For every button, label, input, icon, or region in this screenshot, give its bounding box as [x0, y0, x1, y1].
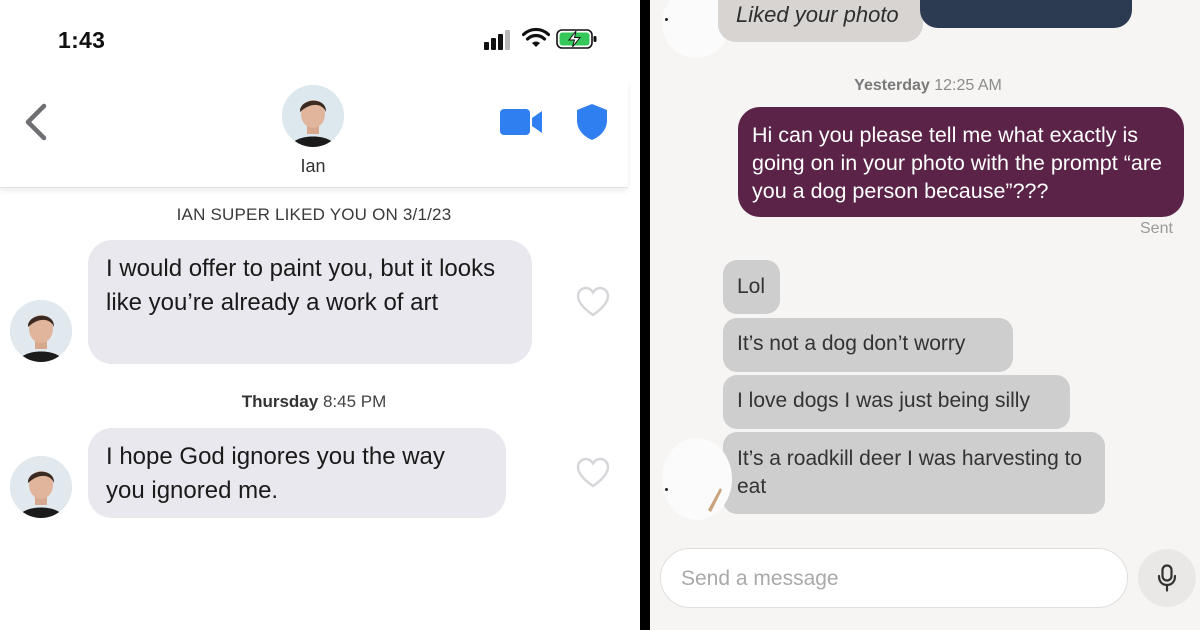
- received-message-bubble[interactable]: Lol: [723, 260, 780, 314]
- sent-message-bubble[interactable]: Hi can you please tell me what exactly i…: [738, 107, 1184, 217]
- received-message-bubble[interactable]: It’s a roadkill deer I was harvesting to…: [723, 432, 1105, 514]
- timestamp-day: Yesterday: [854, 77, 930, 94]
- heart-icon[interactable]: [576, 286, 610, 318]
- received-message-bubble[interactable]: It’s not a dog don’t worry: [723, 318, 1013, 372]
- avatar[interactable]: [10, 300, 72, 362]
- message-composer[interactable]: [660, 548, 1128, 608]
- avatar[interactable]: [10, 456, 72, 518]
- battery-charging-icon: [556, 29, 597, 49]
- heart-icon[interactable]: [576, 457, 610, 489]
- liked-photo-label: Liked your photo: [736, 2, 899, 27]
- right-chat-screenshot: Liked your photo Yesterday 12:25 AM Hi c…: [650, 0, 1200, 630]
- match-name[interactable]: Ian: [263, 156, 363, 177]
- received-message-bubble[interactable]: I hope God ignores you the way you ignor…: [88, 428, 506, 518]
- wifi-icon: [522, 27, 550, 47]
- back-chevron-icon[interactable]: [22, 102, 50, 142]
- status-bar: 1:43: [0, 0, 640, 80]
- microphone-icon: [1157, 564, 1177, 592]
- blurred-avatar: [662, 438, 732, 520]
- avatar-image: [10, 456, 72, 518]
- message-input[interactable]: [681, 567, 1101, 591]
- chat-header: Ian: [0, 80, 628, 188]
- shield-icon[interactable]: [574, 102, 610, 142]
- left-chat-screenshot: 1:43 Ian IAN SUPER LIKED YOU ON 3/1/23 I…: [0, 0, 640, 630]
- bullet-dot: [665, 488, 668, 491]
- timestamp-day: Thursday: [241, 392, 319, 411]
- avatar[interactable]: [282, 85, 344, 147]
- status-time: 1:43: [58, 27, 106, 53]
- avatar-image: [10, 300, 72, 362]
- sent-status: Sent: [1140, 220, 1173, 237]
- message-timestamp: Yesterday 12:25 AM: [650, 77, 1200, 95]
- received-message-bubble[interactable]: I would offer to paint you, but it looks…: [88, 240, 532, 364]
- bullet-dot: [665, 18, 668, 21]
- super-like-banner: IAN SUPER LIKED YOU ON 3/1/23: [176, 205, 452, 224]
- avatar-image: [282, 85, 344, 147]
- received-message-bubble[interactable]: I love dogs I was just being silly: [723, 375, 1070, 429]
- signal-icon: [484, 30, 514, 50]
- timestamp-time: 12:25 AM: [934, 77, 1002, 94]
- avatar-fragment: [708, 488, 722, 512]
- video-camera-icon[interactable]: [498, 106, 544, 138]
- timestamp-time: 8:45 PM: [322, 392, 387, 411]
- message-timestamp: Thursday 8:45 PM: [0, 392, 628, 412]
- microphone-button[interactable]: [1138, 549, 1196, 607]
- photo-thumbnail[interactable]: [920, 0, 1132, 28]
